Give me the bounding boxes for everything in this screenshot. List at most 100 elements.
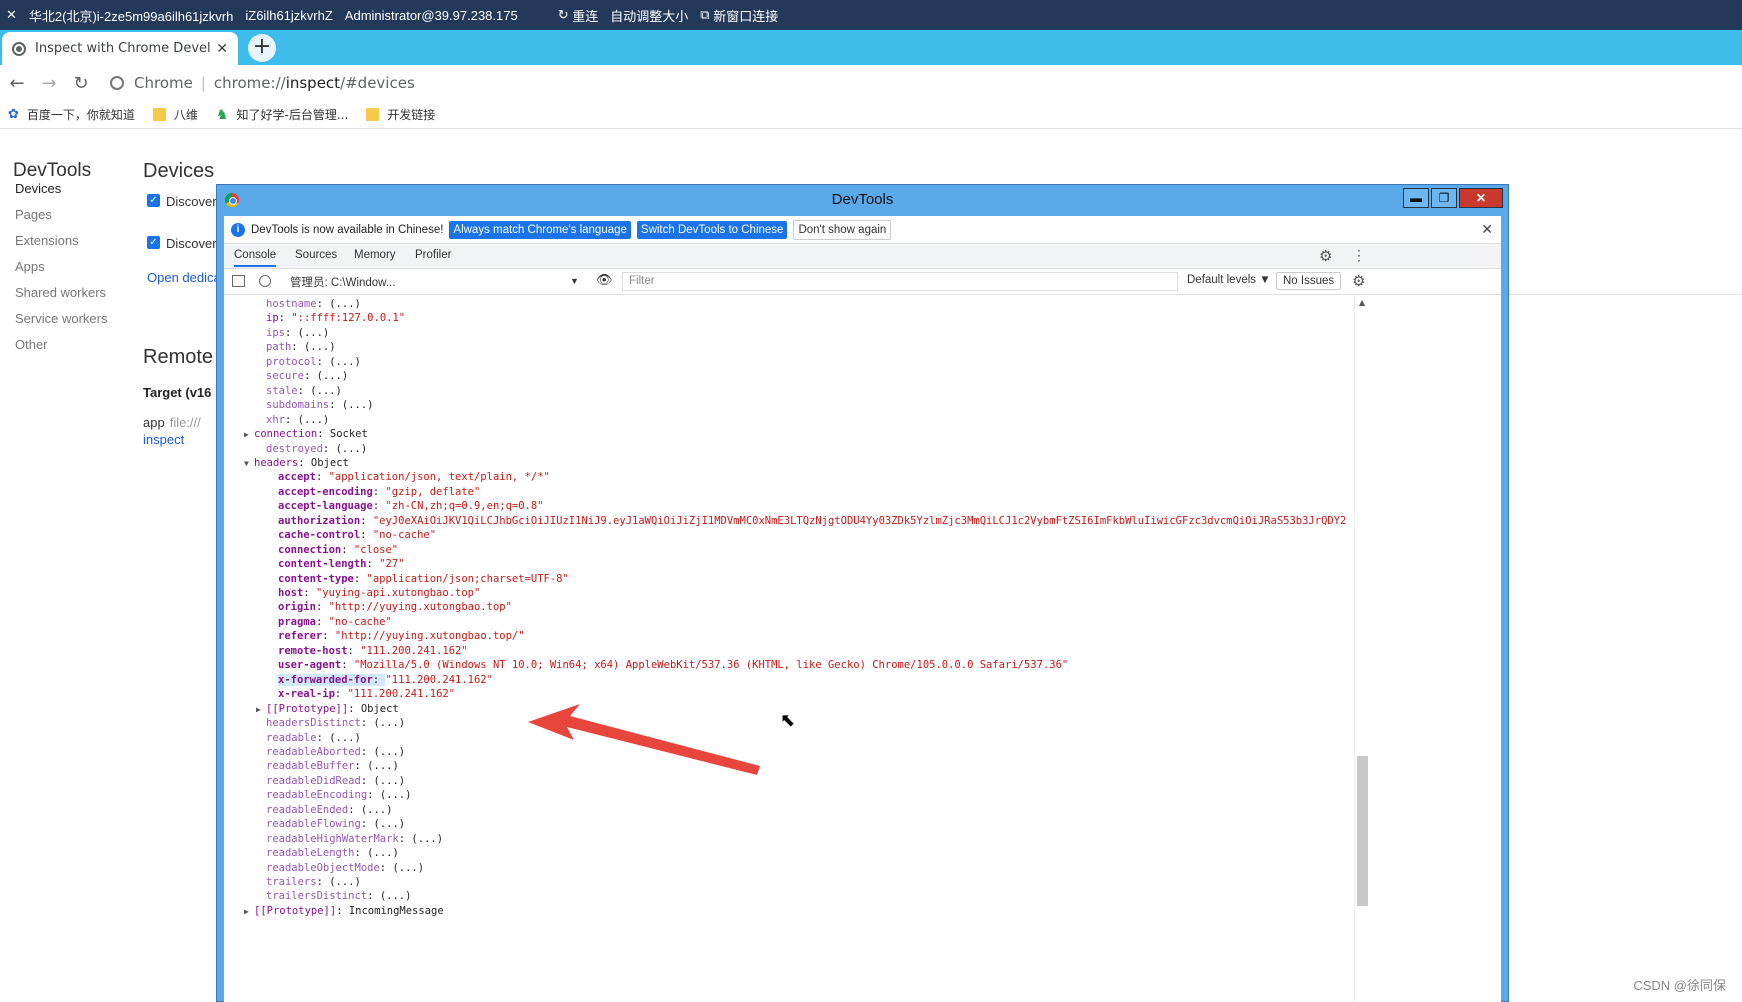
context-selector[interactable]: 管理员: C:\Window...: [290, 274, 395, 290]
eye-icon[interactable]: 👁: [596, 272, 613, 288]
colon: :: [379, 861, 393, 874]
collapsed-triangle-icon[interactable]: ▶: [244, 905, 254, 919]
bookmarks-bar: ✿ 百度一下，你就知道 八维 ♞ 知了好学-后台管理... 开发链接: [0, 101, 1742, 129]
reload-icon[interactable]: ↻: [66, 73, 96, 94]
server-name: 华北2(北京)i-2ze5m99a6ilh61jzkvrh: [28, 8, 234, 24]
property-key: [[Prototype]]: [266, 702, 349, 715]
property-key: x-real-ip: [278, 688, 335, 701]
colon: :: [315, 601, 329, 614]
console-line: readableDidRead: (...): [266, 774, 405, 788]
property-key: connection: [254, 428, 318, 441]
property-value: (...): [379, 890, 412, 903]
browser-tab[interactable]: Inspect with Chrome Developer Tools ✕: [2, 32, 238, 65]
console-line: readableEnded: (...): [266, 803, 392, 817]
issues-button[interactable]: No Issues: [1276, 272, 1342, 290]
more-options-icon[interactable]: ⋮: [1352, 247, 1366, 264]
bookmark-baidu[interactable]: ✿ 百度一下，你就知道: [8, 106, 135, 123]
new-window-button[interactable]: ⧉ 新窗口连接: [700, 6, 778, 25]
chrome-logo-icon: [225, 193, 239, 207]
bookmark-bawei[interactable]: 八维: [152, 106, 198, 123]
reconnect-button[interactable]: ↻ 重连: [558, 6, 599, 25]
property-key: content-length: [278, 558, 367, 571]
auto-resize-button[interactable]: 自动调整大小: [610, 6, 688, 25]
sidebar-item-pages[interactable]: Pages: [15, 207, 52, 222]
scrollbar-thumb[interactable]: [1357, 756, 1368, 906]
switch-to-chinese-button[interactable]: Switch DevTools to Chinese: [636, 220, 788, 239]
devtools-titlebar[interactable]: DevTools ▬ ❐ ✕: [217, 185, 1508, 215]
sidebar-item-service-workers[interactable]: Service workers: [15, 311, 107, 326]
clear-console-icon[interactable]: [259, 275, 271, 287]
tab-profiler[interactable]: Profiler: [415, 249, 451, 261]
console-line[interactable]: ▶ [[Prototype]]: IncomingMessage: [244, 904, 444, 919]
console-line: remote-host: "111.200.241.162": [278, 644, 468, 658]
property-key: readableEnded: [266, 803, 349, 816]
collapse-icon[interactable]: ✕: [6, 7, 17, 23]
colon: :: [315, 471, 329, 484]
new-tab-button[interactable]: +: [248, 34, 276, 62]
bookmark-zhiliao[interactable]: ♞ 知了好学-后台管理...: [216, 106, 348, 123]
property-key: x-forwarded-for: [278, 673, 373, 686]
dropdown-arrow-icon[interactable]: ▼: [570, 276, 579, 286]
console-line: secure: (...): [266, 369, 348, 383]
always-match-language-button[interactable]: Always match Chrome's language: [449, 220, 631, 239]
console-scrollbar[interactable]: ▲: [1354, 295, 1370, 1002]
property-value: (...): [329, 298, 361, 310]
close-tab-icon[interactable]: ✕: [216, 41, 228, 57]
inspect-sidebar-title: DevTools: [13, 160, 92, 181]
sidebar-item-shared-workers[interactable]: Shared workers: [15, 285, 106, 300]
console-line: accept-encoding: "gzip, deflate": [278, 485, 480, 499]
colon: :: [284, 413, 298, 426]
colon: :: [372, 673, 386, 686]
property-value: (...): [367, 760, 399, 773]
target-label: Target (v16: [143, 385, 212, 400]
expanded-triangle-icon[interactable]: ▼: [244, 457, 254, 471]
log-levels-dropdown[interactable]: Default levels ▼: [1187, 274, 1271, 286]
console-line[interactable]: ▶ [[Prototype]]: Object: [256, 702, 399, 717]
property-value: (...): [329, 731, 361, 744]
discover-network-checkbox[interactable]: ✓: [147, 236, 160, 249]
property-key: authorization: [278, 514, 361, 527]
property-value: "111.200.241.162": [385, 673, 493, 686]
console-output[interactable]: hostname: (...) ip: "::ffff:127.0.0.1" ips…: [224, 295, 1354, 1002]
minimize-button[interactable]: ▬: [1403, 188, 1429, 208]
property-key: readable: [266, 731, 317, 744]
tab-sources[interactable]: Sources: [295, 249, 337, 261]
back-arrow-icon[interactable]: ←: [2, 73, 32, 94]
property-key: cache-control: [278, 529, 361, 542]
property-key: accept-encoding: [278, 485, 373, 498]
sidebar-item-apps[interactable]: Apps: [15, 259, 45, 274]
filter-input[interactable]: Filter: [622, 272, 1178, 291]
console-line[interactable]: ▶ connection: Socket: [244, 427, 368, 442]
console-settings-gear-icon[interactable]: ⚙: [1352, 272, 1365, 290]
close-infobar-icon[interactable]: ✕: [1481, 221, 1493, 238]
property-value: (...): [411, 832, 444, 845]
dont-show-again-button[interactable]: Don't show again: [793, 219, 892, 240]
tab-memory[interactable]: Memory: [354, 249, 396, 261]
close-window-button[interactable]: ✕: [1459, 188, 1503, 208]
sidebar-toggle-icon[interactable]: [232, 275, 245, 287]
discover-usb-checkbox[interactable]: ✓: [147, 194, 160, 207]
colon: :: [317, 428, 330, 441]
colon: :: [278, 312, 292, 325]
inspect-link[interactable]: inspect: [143, 432, 184, 447]
console-line[interactable]: ▼ headers: Object: [244, 456, 349, 471]
settings-gear-icon[interactable]: ⚙: [1319, 247, 1332, 265]
collapsed-triangle-icon[interactable]: ▶: [244, 428, 254, 442]
property-value: (...): [329, 876, 361, 888]
sidebar-item-devices[interactable]: Devices: [15, 181, 61, 196]
console-line: host: "yuying-api.xutongbao.top": [278, 586, 480, 600]
scroll-up-arrow-icon[interactable]: ▲: [1359, 298, 1365, 307]
property-key: ip: [266, 312, 279, 325]
bookmark-dev-links[interactable]: 开发链接: [366, 106, 435, 123]
sidebar-item-extensions[interactable]: Extensions: [15, 233, 79, 248]
collapsed-triangle-icon[interactable]: ▶: [256, 703, 266, 717]
omnibox-label: Chrome: [134, 74, 193, 92]
forward-arrow-icon[interactable]: →: [34, 73, 64, 94]
maximize-button[interactable]: ❐: [1431, 188, 1457, 208]
url-text[interactable]: chrome://inspect/#devices: [214, 74, 415, 92]
colon: :: [298, 456, 311, 469]
sidebar-item-other[interactable]: Other: [15, 337, 48, 352]
address-bar[interactable]: Chrome | chrome://inspect/#devices: [110, 74, 415, 92]
tab-console[interactable]: Console: [234, 249, 277, 267]
property-value: (...): [341, 399, 374, 412]
